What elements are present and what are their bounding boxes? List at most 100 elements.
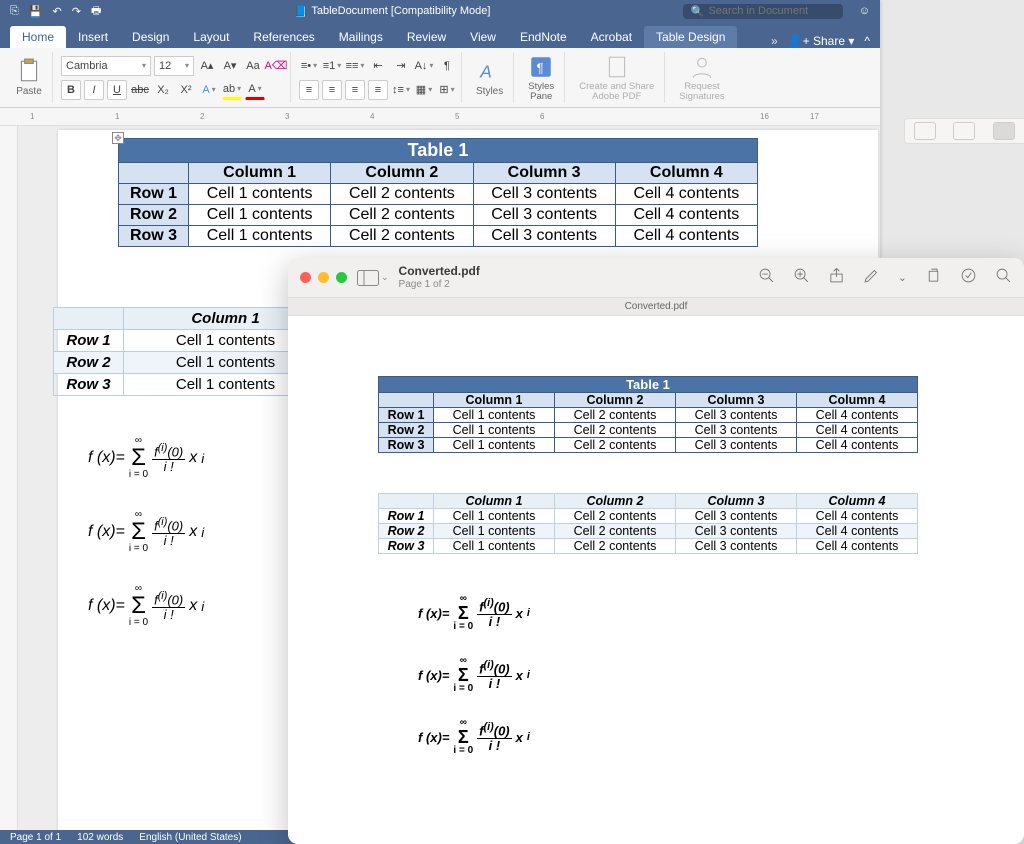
- cell: Cell 2 contents: [331, 226, 473, 247]
- view-columns-icon[interactable]: [993, 122, 1015, 140]
- font-name-select[interactable]: Cambria: [61, 56, 151, 76]
- col-header: Column 4: [615, 163, 757, 184]
- strike-button[interactable]: abc: [130, 80, 150, 100]
- bullets-icon[interactable]: ≡•: [299, 56, 319, 76]
- search-input[interactable]: [708, 5, 838, 17]
- tab-mailings[interactable]: Mailings: [327, 26, 395, 48]
- align-center-icon[interactable]: ≡: [322, 80, 342, 100]
- paste-button[interactable]: Paste: [10, 56, 48, 99]
- clear-format-icon[interactable]: A⌫: [266, 56, 286, 76]
- status-page[interactable]: Page 1 of 1: [10, 832, 61, 843]
- word-table2[interactable]: Column 1 Row 1Cell 1 contents Row 2Cell …: [53, 307, 328, 396]
- close-icon[interactable]: [300, 272, 311, 283]
- ruler-num: 6: [540, 112, 544, 121]
- tab-table-design[interactable]: Table Design: [644, 26, 737, 48]
- col-header: Column 1: [189, 163, 331, 184]
- dropdown-icon[interactable]: ⌄: [898, 271, 907, 284]
- subscript-button[interactable]: X₂: [153, 80, 173, 100]
- vertical-ruler[interactable]: [0, 126, 18, 830]
- pilcrow-icon[interactable]: ¶: [437, 56, 457, 76]
- create-share-pdf-button[interactable]: Create and Share Adobe PDF: [573, 52, 660, 104]
- superscript-button[interactable]: X²: [176, 80, 196, 100]
- tab-review[interactable]: Review: [395, 26, 458, 48]
- shading-icon[interactable]: ▦: [414, 80, 434, 100]
- table-move-handle[interactable]: ✥: [112, 132, 124, 144]
- cell: Cell 3 contents: [676, 408, 797, 423]
- highlight-icon[interactable]: ab: [222, 80, 242, 100]
- view-icons-icon[interactable]: [914, 122, 936, 140]
- tab-endnote[interactable]: EndNote: [508, 26, 579, 48]
- cell: Cell 3 contents: [676, 438, 797, 453]
- pdf-table2: Column 1 Column 2 Column 3 Column 4 Row …: [378, 493, 918, 554]
- share-icon[interactable]: [828, 267, 845, 289]
- indent-icon[interactable]: ⇥: [391, 56, 411, 76]
- share-button[interactable]: 👤+ Share ▾: [788, 34, 855, 48]
- markup-icon[interactable]: [863, 267, 880, 289]
- status-lang[interactable]: English (United States): [139, 832, 241, 843]
- rotate-icon[interactable]: [925, 267, 942, 289]
- zoom-in-icon[interactable]: [793, 267, 810, 289]
- search-icon[interactable]: [995, 267, 1012, 289]
- highlight-tool-icon[interactable]: [960, 267, 977, 289]
- cell: Cell 4 contents: [615, 205, 757, 226]
- cell: Cell 4 contents: [797, 438, 918, 453]
- zoom-icon[interactable]: [336, 272, 347, 283]
- status-words[interactable]: 102 words: [77, 832, 123, 843]
- cell: Cell 3 contents: [676, 524, 797, 539]
- line-spacing-icon[interactable]: ↕≡: [391, 80, 411, 100]
- font-size-select[interactable]: 12: [154, 56, 194, 76]
- account-icon[interactable]: ☺: [859, 5, 870, 17]
- underline-button[interactable]: U: [107, 80, 127, 100]
- autosave-icon[interactable]: ⎘: [10, 5, 19, 18]
- row-header: Row 2: [379, 423, 434, 438]
- styles-button[interactable]: A Styles: [470, 56, 509, 99]
- save-icon[interactable]: 💾: [29, 5, 43, 18]
- tab-design[interactable]: Design: [120, 26, 181, 48]
- preview-titlebar[interactable]: ⌄ Converted.pdf Page 1 of 2 ⌄: [288, 258, 1024, 298]
- request-signatures-button[interactable]: Request Signatures: [673, 52, 730, 104]
- horizontal-ruler[interactable]: 1 1 2 3 4 5 6 16 17: [0, 108, 880, 126]
- bold-button[interactable]: B: [61, 80, 81, 100]
- search-box[interactable]: 🔍: [683, 4, 843, 19]
- ribbon-tabs: Home Insert Design Layout References Mai…: [0, 22, 880, 48]
- tab-home[interactable]: Home: [10, 26, 66, 48]
- print-icon[interactable]: 🖶: [91, 2, 101, 21]
- shrink-font-icon[interactable]: A▾: [220, 56, 240, 76]
- tab-acrobat[interactable]: Acrobat: [579, 26, 644, 48]
- minimize-icon[interactable]: [318, 272, 329, 283]
- undo-icon[interactable]: ↶: [53, 5, 62, 18]
- align-right-icon[interactable]: ≡: [345, 80, 365, 100]
- text-effects-icon[interactable]: A: [199, 80, 219, 100]
- grow-font-icon[interactable]: A▴: [197, 56, 217, 76]
- font-color-icon[interactable]: A: [245, 80, 265, 100]
- col-header: Column 3: [676, 494, 797, 509]
- col-header: Column 2: [555, 393, 676, 408]
- preview-tab[interactable]: Converted.pdf: [288, 298, 1024, 316]
- tab-view[interactable]: View: [458, 26, 508, 48]
- styles-pane-button[interactable]: ¶ Styles Pane: [522, 52, 560, 104]
- collapse-ribbon-icon[interactable]: ^: [864, 34, 870, 48]
- zoom-out-icon[interactable]: [758, 267, 775, 289]
- outdent-icon[interactable]: ⇤: [368, 56, 388, 76]
- tab-insert[interactable]: Insert: [66, 26, 120, 48]
- align-left-icon[interactable]: ≡: [299, 80, 319, 100]
- sidebar-toggle-icon[interactable]: ⌄: [357, 270, 389, 286]
- justify-icon[interactable]: ≡: [368, 80, 388, 100]
- cell: Cell 1 contents: [434, 539, 555, 554]
- redo-icon[interactable]: ↷: [72, 5, 81, 18]
- col-header: Column 2: [331, 163, 473, 184]
- view-list-icon[interactable]: [953, 122, 975, 140]
- preview-body[interactable]: Table 1 Column 1 Column 2 Column 3 Colum…: [288, 316, 1024, 844]
- italic-button[interactable]: I: [84, 80, 104, 100]
- change-case-icon[interactable]: Aa: [243, 56, 263, 76]
- sort-icon[interactable]: A↓: [414, 56, 434, 76]
- numbering-icon[interactable]: ≡1: [322, 56, 342, 76]
- word-table1[interactable]: Table 1 Column 1 Column 2 Column 3 Colum…: [118, 138, 758, 247]
- window-title: 📘 TableDocument [Compatibility Mode]: [107, 5, 676, 18]
- borders-icon[interactable]: ⊞: [437, 80, 457, 100]
- equation: f (x)= ∞Σi = 0 f(i)(0)i ! xi: [418, 656, 934, 694]
- tab-references[interactable]: References: [241, 26, 326, 48]
- multilevel-icon[interactable]: ≡≡: [345, 56, 365, 76]
- tab-layout[interactable]: Layout: [181, 26, 241, 48]
- more-tabs-icon[interactable]: »: [771, 34, 778, 48]
